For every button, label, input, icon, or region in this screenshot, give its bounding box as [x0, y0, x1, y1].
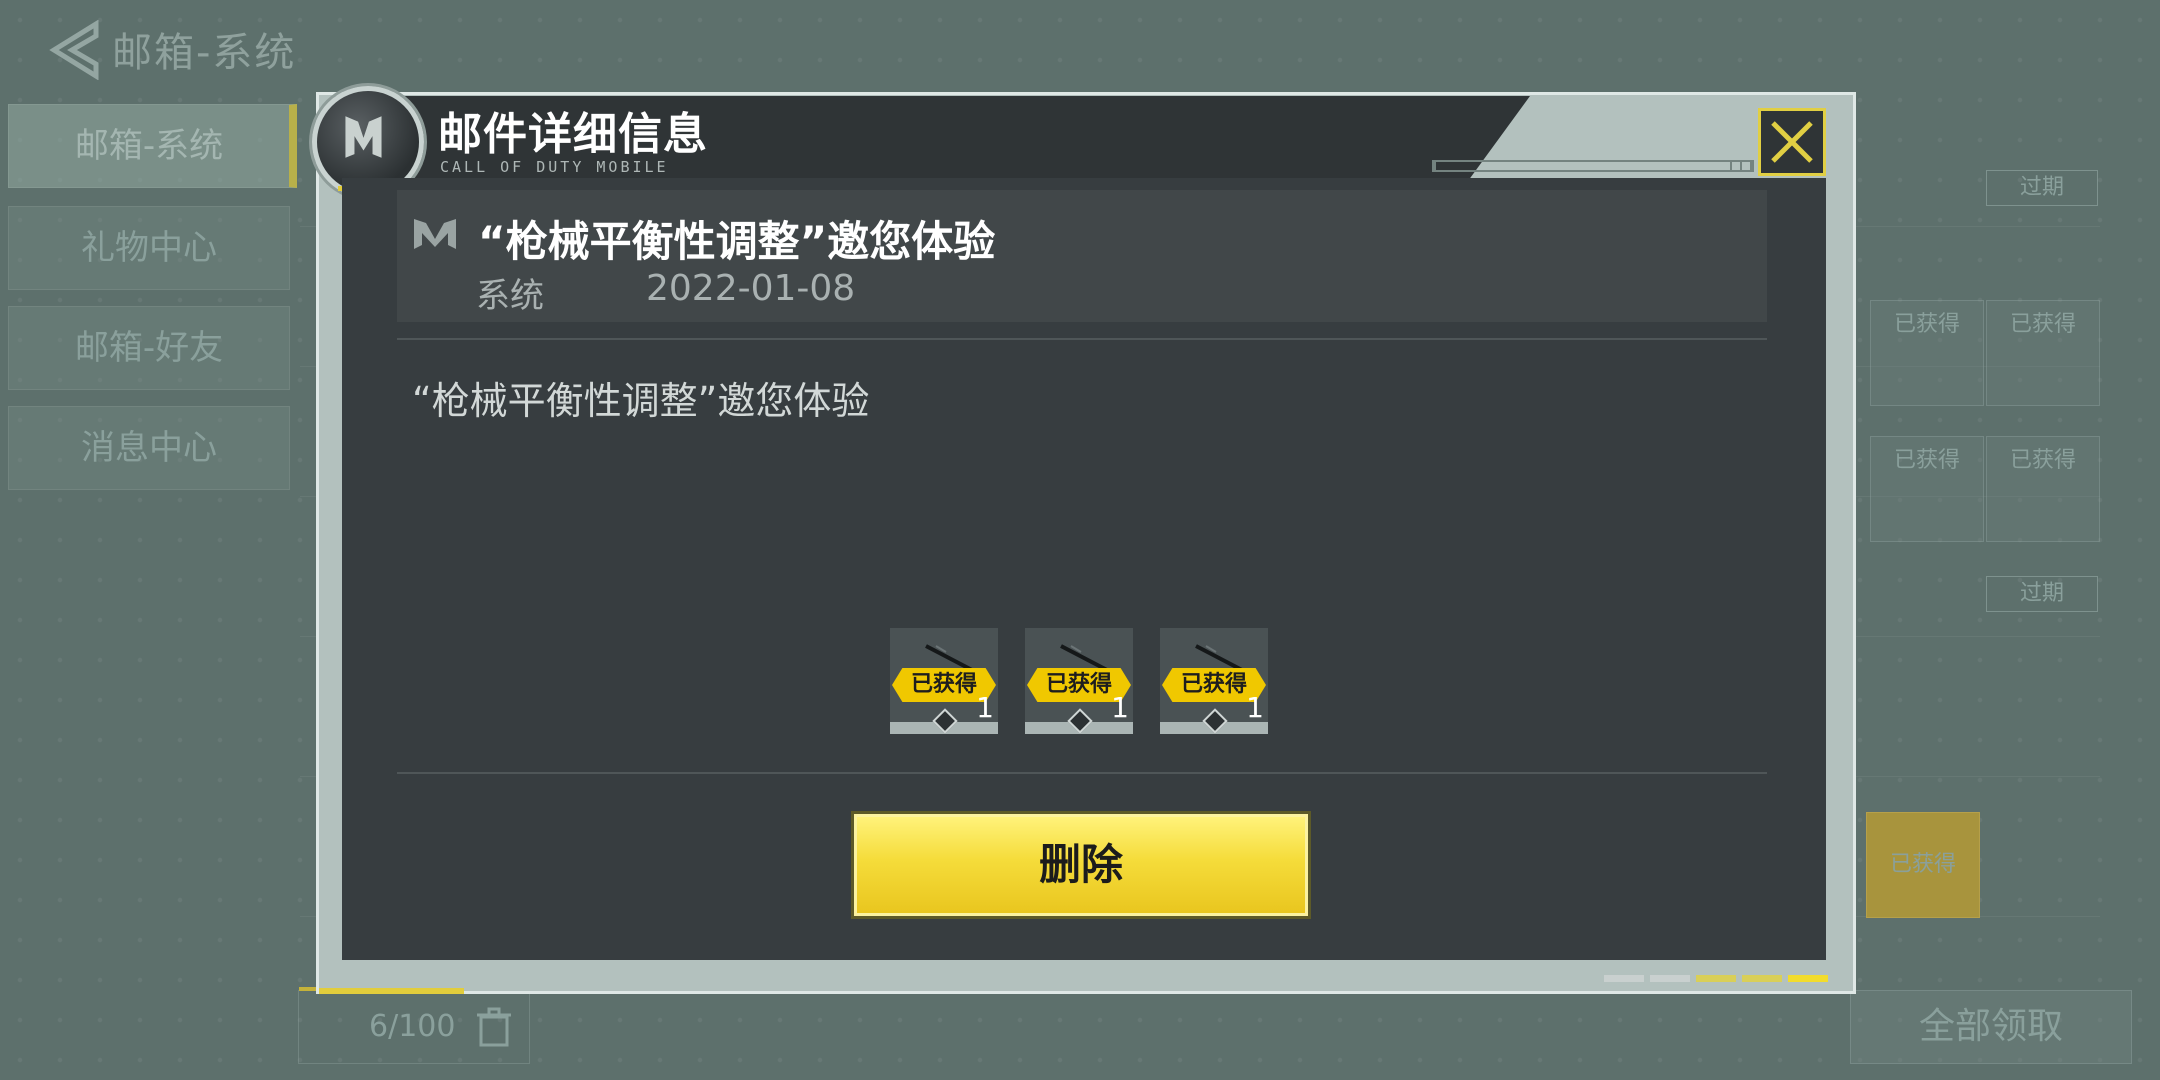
- reward-count: 1: [1246, 691, 1264, 724]
- dialog-subtitle: CALL OF DUTY MOBILE: [440, 158, 669, 176]
- weapon-icon: [925, 644, 973, 672]
- frame-accent: [319, 988, 464, 994]
- trash-icon[interactable]: [477, 1007, 511, 1047]
- delete-button[interactable]: 删除: [854, 814, 1308, 916]
- mail-icon: [414, 219, 456, 249]
- page-indicator: [1742, 975, 1782, 982]
- background-reward: 已获得: [1986, 300, 2100, 406]
- background-title: 邮箱-系统: [112, 30, 297, 76]
- reward-item[interactable]: 已获得 1: [1025, 628, 1133, 734]
- page-indicator: [1696, 975, 1736, 982]
- weapon-icon: [1060, 644, 1108, 672]
- divider: [397, 772, 1767, 774]
- mail-sender: 系统: [476, 276, 544, 316]
- background-reward: 已获得: [1870, 436, 1984, 542]
- background-reward: 已获得: [1866, 812, 1980, 918]
- divider: [397, 338, 1767, 340]
- background-reward: 已获得: [1986, 436, 2100, 542]
- weapon-icon: [1195, 644, 1243, 672]
- side-tab-friend-mail[interactable]: 邮箱-好友: [8, 306, 290, 390]
- mail-body: “枪械平衡性调整”邀您体验: [412, 379, 870, 423]
- collect-all-button[interactable]: 全部领取: [1850, 990, 2132, 1064]
- expired-badge: 过期: [1986, 170, 2098, 206]
- reward-count: 1: [976, 691, 994, 724]
- reward-count: 1: [1111, 691, 1129, 724]
- reward-item[interactable]: 已获得 1: [1160, 628, 1268, 734]
- page-indicator: [1788, 975, 1828, 982]
- mail-date: 2022-01-08: [646, 268, 856, 309]
- mail-subject: “枪械平衡性调整”邀您体验: [478, 217, 996, 266]
- back-arrow-icon[interactable]: [48, 20, 100, 80]
- side-tab-gift-center[interactable]: 礼物中心: [8, 206, 290, 290]
- reward-item[interactable]: 已获得 1: [890, 628, 998, 734]
- header-decoration: [1432, 160, 1754, 172]
- side-tab-message-center[interactable]: 消息中心: [8, 406, 290, 490]
- page-indicator: [1650, 975, 1690, 982]
- side-tab-system-mail[interactable]: 邮箱-系统: [8, 104, 297, 188]
- expired-badge: 过期: [1986, 576, 2098, 612]
- background-reward: 已获得: [1870, 300, 1984, 406]
- close-icon: [1771, 121, 1813, 163]
- capacity-text: 6/100: [369, 1009, 456, 1044]
- close-button[interactable]: [1758, 108, 1826, 176]
- mailbox-capacity: 6/100: [298, 987, 530, 1064]
- page-indicator: [1604, 975, 1644, 982]
- header-decoration: [1730, 160, 1742, 172]
- dialog-title: 邮件详细信息: [438, 109, 708, 160]
